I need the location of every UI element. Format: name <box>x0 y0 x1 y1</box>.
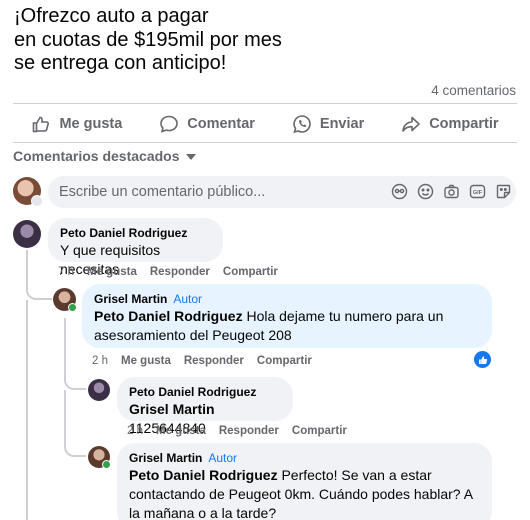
divider <box>13 142 517 143</box>
comment-author[interactable]: Peto Daniel Rodriguez <box>60 225 211 241</box>
whatsapp-icon <box>293 115 311 134</box>
thread-curve <box>64 370 86 390</box>
comment-meta: 7 h Me gusta Responder Compartir <box>58 266 278 278</box>
send-button[interactable]: Enviar <box>292 114 364 134</box>
comment-like-button[interactable]: Me gusta <box>121 355 171 367</box>
comment-like-button[interactable]: Me gusta <box>156 425 206 437</box>
comment-label: Comentar <box>187 116 255 132</box>
comment-input-placeholder: Escribe un comentario público... <box>59 184 266 200</box>
chevron-down-icon[interactable] <box>31 195 43 207</box>
comment-meta: 2 h Me gusta Responder Compartir <box>127 425 347 437</box>
emoji-icon[interactable] <box>417 183 434 200</box>
caret-down-icon <box>185 154 196 160</box>
gif-icon[interactable]: GIF <box>469 183 486 200</box>
commenter-avatar[interactable] <box>88 379 110 401</box>
author-badge: Autor <box>173 292 203 306</box>
post-line: se entrega con anticipo! <box>14 52 227 74</box>
like-label: Me gusta <box>59 116 123 132</box>
like-button[interactable]: Me gusta <box>31 114 122 134</box>
svg-text:GIF: GIF <box>473 190 483 196</box>
comment-header: Grisel Martin Autor <box>129 450 480 466</box>
sort-label: Comentarios destacados <box>13 148 180 164</box>
comment-bubble: Peto Daniel Rodriguez Grisel Martin 1125… <box>117 377 293 436</box>
comment-input[interactable]: Escribe un comentario público... GIF <box>48 176 516 208</box>
comment-time[interactable]: 2 h <box>92 355 108 367</box>
comment-share-button[interactable]: Compartir <box>257 355 312 367</box>
avatar-sticker-icon[interactable] <box>391 183 408 200</box>
thread-line <box>26 250 28 280</box>
comment-like-button[interactable]: Me gusta <box>87 266 137 278</box>
thread-line <box>64 390 66 440</box>
post-action-bar: Me gusta Comentar Enviar Compartir <box>13 106 517 142</box>
thread-curve <box>64 437 86 457</box>
comment-bubble-icon <box>160 115 179 133</box>
mention-link[interactable]: Peto Daniel Rodriguez <box>129 467 278 483</box>
comment-share-button[interactable]: Compartir <box>292 425 347 437</box>
comment-button[interactable]: Comentar <box>159 114 255 134</box>
share-label: Compartir <box>429 116 499 132</box>
online-status-dot <box>68 303 77 312</box>
share-button[interactable]: Compartir <box>401 114 499 134</box>
comment-author[interactable]: Peto Daniel Rodriguez <box>129 384 281 400</box>
thumbs-up-icon <box>33 116 50 133</box>
comment-reply-button[interactable]: Responder <box>184 355 244 367</box>
commenter-avatar[interactable] <box>13 220 41 248</box>
share-arrow-icon <box>402 116 421 132</box>
thread-line <box>64 318 66 370</box>
comment-reply-button[interactable]: Responder <box>219 425 279 437</box>
comment-bubble: Grisel Martin Autor Peto Daniel Rodriguez… <box>117 443 492 520</box>
comment-header: Grisel Martin Autor <box>94 291 480 307</box>
comment-sort-dropdown[interactable]: Comentarios destacados <box>13 148 196 164</box>
post-text: ¡Ofrezco auto a pagar en cuotas de $195m… <box>14 5 282 76</box>
comment-time[interactable]: 2 h <box>127 425 143 437</box>
post-line: en cuotas de $195mil por mes <box>14 28 282 51</box>
send-label: Enviar <box>319 116 365 132</box>
sticker-icon[interactable] <box>495 183 512 200</box>
comment-author[interactable]: Grisel Martin <box>129 451 202 465</box>
thread-line <box>26 300 28 520</box>
comment-bubble: Grisel Martin Autor Peto Daniel Rodriguez… <box>82 284 492 348</box>
divider <box>13 103 517 104</box>
post-line: ¡Ofrezco auto a pagar <box>14 5 209 27</box>
comment-share-button[interactable]: Compartir <box>223 266 278 278</box>
comment-meta: 2 h Me gusta Responder Compartir <box>92 355 312 367</box>
author-badge: Autor <box>208 451 238 465</box>
camera-icon[interactable] <box>443 183 460 200</box>
thread-curve <box>26 278 52 300</box>
comment-reply-button[interactable]: Responder <box>150 266 210 278</box>
thumbs-up-icon <box>478 355 487 364</box>
comment-count[interactable]: 4 comentarios <box>431 83 516 98</box>
comment-time[interactable]: 7 h <box>58 266 74 278</box>
online-status-dot <box>102 460 111 469</box>
comment-author[interactable]: Grisel Martin <box>94 292 167 306</box>
comment-text: Peto Daniel Rodriguez Perfecto! Se van a… <box>129 466 480 520</box>
comment-text: Peto Daniel Rodriguez Hola dejame tu num… <box>94 307 480 345</box>
comment-bubble: Peto Daniel Rodriguez Y que requisitos n… <box>48 218 223 277</box>
mention-link[interactable]: Peto Daniel Rodriguez <box>94 308 243 324</box>
mention-link[interactable]: Grisel Martin <box>129 401 215 417</box>
like-reaction-badge[interactable] <box>474 351 491 368</box>
